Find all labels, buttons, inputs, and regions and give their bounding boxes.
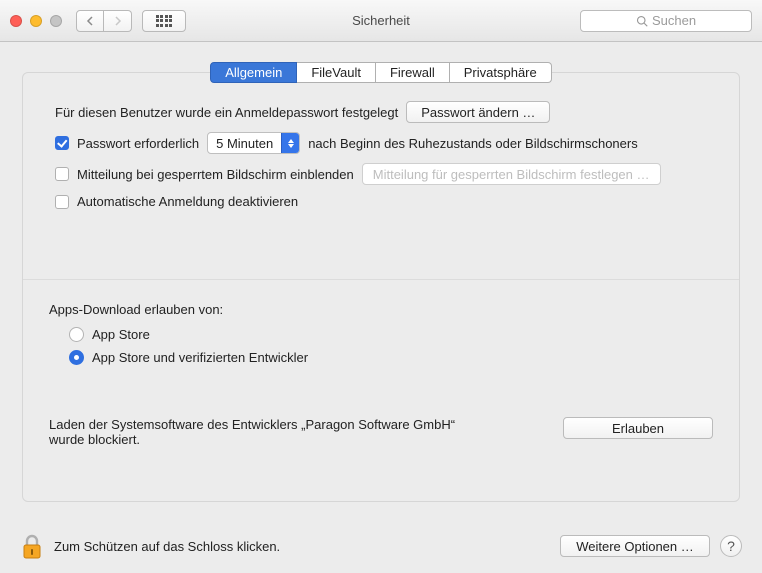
disable-autologin-label: Automatische Anmeldung deaktivieren bbox=[77, 194, 298, 209]
tab-filevault[interactable]: FileVault bbox=[297, 62, 376, 83]
advanced-options-button[interactable]: Weitere Optionen … bbox=[560, 535, 710, 557]
require-password-after-label: nach Beginn des Ruhezustands oder Bildsc… bbox=[308, 136, 638, 151]
lock-hint-text: Zum Schützen auf das Schloss klicken. bbox=[54, 539, 280, 554]
chevron-updown-icon bbox=[281, 133, 299, 153]
require-password-delay-value: 5 Minuten bbox=[208, 136, 281, 151]
divider bbox=[23, 279, 739, 280]
nav-back-forward bbox=[76, 10, 132, 32]
grid-icon bbox=[156, 15, 173, 27]
set-lock-message-button[interactable]: Mitteilung für gesperrten Bildschirm fes… bbox=[362, 163, 661, 185]
show-lock-message-label: Mitteilung bei gesperrtem Bildschirm ein… bbox=[77, 167, 354, 182]
nav-forward-button[interactable] bbox=[104, 10, 132, 32]
login-password-set-label: Für diesen Benutzer wurde ein Anmeldepas… bbox=[55, 105, 398, 120]
show-lock-message-checkbox[interactable] bbox=[55, 167, 69, 181]
lock-group: Zum Schützen auf das Schloss klicken. bbox=[20, 533, 280, 559]
nav-back-button[interactable] bbox=[76, 10, 104, 32]
tab-bar: Allgemein FileVault Firewall Privatsphär… bbox=[22, 62, 740, 83]
allow-apps-heading: Apps-Download erlauben von: bbox=[49, 302, 713, 317]
footer: Zum Schützen auf das Schloss klicken. We… bbox=[0, 523, 762, 573]
minimize-window-button[interactable] bbox=[30, 15, 42, 27]
require-password-label: Passwort erforderlich bbox=[77, 136, 199, 151]
radio-identified-developers-label: App Store und verifizierten Entwickler bbox=[92, 350, 308, 365]
radio-identified-developers[interactable] bbox=[69, 350, 84, 365]
search-icon bbox=[636, 15, 648, 27]
search-field[interactable]: Suchen bbox=[580, 10, 752, 32]
tab-firewall[interactable]: Firewall bbox=[376, 62, 450, 83]
show-all-prefs-button[interactable] bbox=[142, 10, 186, 32]
content-area: Allgemein FileVault Firewall Privatsphär… bbox=[0, 42, 762, 502]
change-password-button[interactable]: Passwort ändern … bbox=[406, 101, 550, 123]
close-window-button[interactable] bbox=[10, 15, 22, 27]
blocked-software-text: Laden der Systemsoftware des Entwicklers… bbox=[49, 417, 489, 447]
require-password-checkbox[interactable] bbox=[55, 136, 69, 150]
lock-icon[interactable] bbox=[20, 533, 44, 559]
window-titlebar: Sicherheit Suchen bbox=[0, 0, 762, 42]
general-panel: Für diesen Benutzer wurde ein Anmeldepas… bbox=[22, 72, 740, 502]
help-button[interactable]: ? bbox=[720, 535, 742, 557]
disable-autologin-checkbox[interactable] bbox=[55, 195, 69, 209]
help-icon: ? bbox=[727, 538, 735, 554]
tab-general[interactable]: Allgemein bbox=[210, 62, 297, 83]
allow-blocked-button[interactable]: Erlauben bbox=[563, 417, 713, 439]
gatekeeper-section: Apps-Download erlauben von: App Store Ap… bbox=[49, 302, 713, 447]
search-placeholder: Suchen bbox=[652, 13, 696, 28]
radio-app-store-label: App Store bbox=[92, 327, 150, 342]
radio-app-store[interactable] bbox=[69, 327, 84, 342]
zoom-window-button[interactable] bbox=[50, 15, 62, 27]
require-password-delay-select[interactable]: 5 Minuten bbox=[207, 132, 300, 154]
tab-privacy[interactable]: Privatsphäre bbox=[450, 62, 552, 83]
traffic-lights bbox=[10, 15, 62, 27]
